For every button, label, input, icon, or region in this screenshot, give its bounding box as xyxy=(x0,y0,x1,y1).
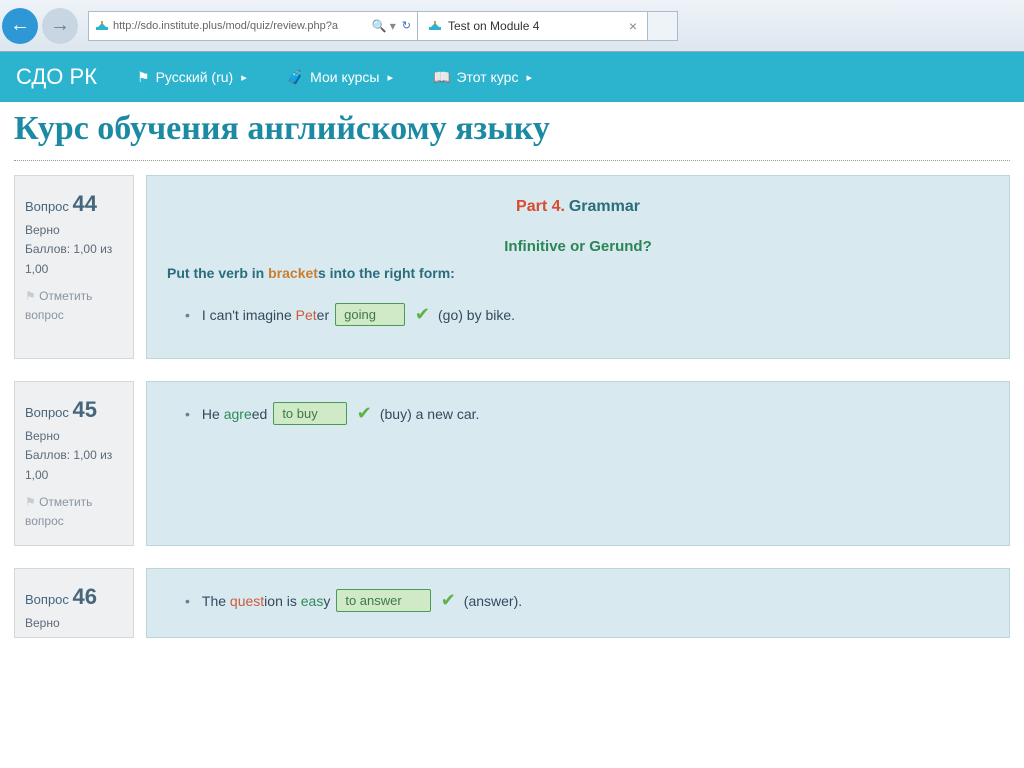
question-state: Верно xyxy=(25,221,123,240)
brand-logo[interactable]: СДО РК xyxy=(16,64,97,90)
search-icon[interactable]: 🔍 ▾ xyxy=(371,19,395,33)
question-body: He agreed to buy ✔ (buy) a new car. xyxy=(146,381,1010,546)
question-block-46: Вопрос 46 Верно The question is easy to … xyxy=(14,568,1010,638)
hint-text: (go) by bike. xyxy=(438,307,515,323)
flag-question-link[interactable]: Отметитьвопрос xyxy=(25,287,123,325)
answer-field[interactable]: to answer xyxy=(336,589,430,612)
question-number: Вопрос 44 xyxy=(25,186,123,221)
hint-text: (buy) a new car. xyxy=(380,406,480,422)
browser-chrome: ← → http://sdo.institute.plus/mod/quiz/r… xyxy=(0,0,1024,52)
question-body: Part 4. Grammar Infinitive or Gerund? Pu… xyxy=(146,175,1010,359)
answer-field[interactable]: to buy xyxy=(273,402,346,425)
language-menu[interactable]: ⚑Русский (ru) xyxy=(137,69,247,86)
question-score: Баллов: 1,00 из1,00 xyxy=(25,446,123,484)
sub-heading: Infinitive or Gerund? xyxy=(167,238,989,255)
page-title: Курс обучения английскому языку xyxy=(14,110,1010,148)
book-icon: 📖 xyxy=(433,69,450,86)
question-block-45: Вопрос 45 Верно Баллов: 1,00 из1,00 Отме… xyxy=(14,381,1010,546)
answer-field[interactable]: going xyxy=(335,303,405,326)
back-button[interactable]: ← xyxy=(2,8,38,44)
sentence-row: He agreed to buy ✔ (buy) a new car. xyxy=(185,402,989,425)
sentence-row: The question is easy to answer ✔ (answer… xyxy=(185,589,989,612)
url-text: http://sdo.institute.plus/mod/quiz/revie… xyxy=(113,20,338,32)
question-number: Вопрос 45 xyxy=(25,392,123,427)
hint-text: (answer). xyxy=(464,593,522,609)
page-content: Курс обучения английскому языку Вопрос 4… xyxy=(0,102,1024,646)
my-courses-menu[interactable]: 🧳Мои курсы xyxy=(287,69,393,86)
check-icon: ✔ xyxy=(441,590,456,611)
instruction-text: Put the verb in brackets into the right … xyxy=(167,265,989,281)
forward-button[interactable]: → xyxy=(42,8,78,44)
flag-question-link[interactable]: Отметитьвопрос xyxy=(25,493,123,531)
site-favicon-icon xyxy=(95,19,109,33)
question-score: Баллов: 1,00 из1,00 xyxy=(25,240,123,278)
question-state: Верно xyxy=(25,614,123,633)
sentence-row: I can't imagine Peter going ✔ (go) by bi… xyxy=(185,303,989,326)
question-block-44: Вопрос 44 Верно Баллов: 1,00 из1,00 Отме… xyxy=(14,175,1010,359)
question-body: The question is easy to answer ✔ (answer… xyxy=(146,568,1010,638)
tab-title: Test on Module 4 xyxy=(448,19,539,33)
question-sidebar: Вопрос 45 Верно Баллов: 1,00 из1,00 Отме… xyxy=(14,381,134,546)
close-tab-icon[interactable]: × xyxy=(629,18,637,34)
question-state: Верно xyxy=(25,427,123,446)
browser-tab[interactable]: Test on Module 4 × xyxy=(418,11,648,41)
flag-icon: ⚑ xyxy=(137,69,150,86)
refresh-icon[interactable]: ↻ xyxy=(402,19,411,32)
question-sidebar: Вопрос 46 Верно xyxy=(14,568,134,638)
check-icon: ✔ xyxy=(415,304,430,325)
tab-favicon-icon xyxy=(428,19,442,33)
address-bar[interactable]: http://sdo.institute.plus/mod/quiz/revie… xyxy=(88,11,418,41)
divider xyxy=(14,160,1010,161)
new-tab-button[interactable] xyxy=(648,11,678,41)
briefcase-icon: 🧳 xyxy=(287,69,304,86)
question-number: Вопрос 46 xyxy=(25,579,123,614)
section-heading: Part 4. Grammar xyxy=(167,198,989,216)
this-course-menu[interactable]: 📖Этот курс xyxy=(433,69,532,86)
top-nav: СДО РК ⚑Русский (ru) 🧳Мои курсы 📖Этот ку… xyxy=(0,52,1024,102)
check-icon: ✔ xyxy=(357,403,372,424)
question-sidebar: Вопрос 44 Верно Баллов: 1,00 из1,00 Отме… xyxy=(14,175,134,359)
